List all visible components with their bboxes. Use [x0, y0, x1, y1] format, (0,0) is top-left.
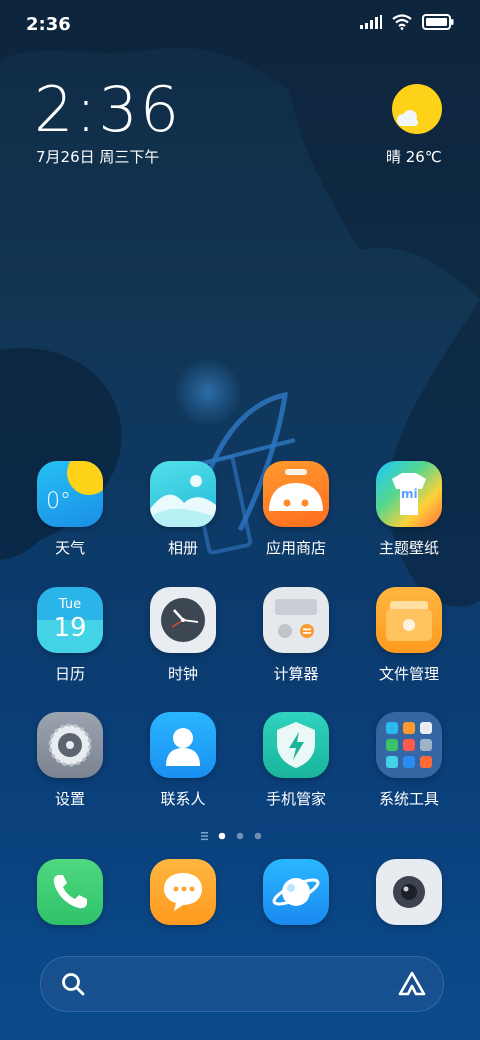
messages-icon: [150, 859, 216, 925]
clock-widget-date: 7月26日 周三下午: [36, 148, 160, 166]
security-icon: [263, 712, 329, 778]
app-store-icon: [263, 461, 329, 527]
app-label: 文件管理: [378, 665, 439, 683]
search-icon[interactable]: [60, 971, 86, 997]
app-security[interactable]: 手机管家: [251, 712, 341, 809]
calendar-icon-day: Tue: [58, 597, 82, 612]
app-label: 联系人: [160, 790, 206, 808]
themes-icon-glyph: mi: [401, 487, 418, 501]
browser-icon: [263, 859, 329, 925]
sun-icon[interactable]: [390, 82, 444, 136]
app-contacts[interactable]: 联系人: [138, 712, 228, 809]
clock-widget-time[interactable]: 2:36: [34, 78, 181, 142]
weather-text: 晴 26℃: [386, 148, 442, 166]
app-label: 计算器: [273, 665, 319, 683]
app-store[interactable]: 应用商店: [251, 461, 341, 558]
page-indicator[interactable]: [201, 829, 281, 843]
app-clock[interactable]: 时钟: [138, 587, 228, 684]
weather-icon-glyph: 0°: [46, 489, 71, 514]
app-calculator[interactable]: 计算器: [251, 587, 341, 684]
camera-icon: [376, 859, 442, 925]
system-tools-folder-icon: [376, 712, 442, 778]
wifi-icon: [392, 14, 412, 30]
app-weather[interactable]: 0° 天气: [25, 461, 115, 558]
assistant-icon[interactable]: [397, 970, 427, 998]
app-label: 手机管家: [265, 790, 326, 808]
app-themes[interactable]: mi 主题壁纸: [364, 461, 454, 558]
themes-icon: mi: [376, 461, 442, 527]
status-bar: 2:36: [0, 0, 480, 50]
clock-icon: [150, 587, 216, 653]
app-settings[interactable]: 设置: [25, 712, 115, 809]
gallery-icon: [150, 461, 216, 527]
app-label: 系统工具: [378, 790, 439, 808]
status-time: 2:36: [26, 14, 71, 35]
app-gallery[interactable]: 相册: [138, 461, 228, 558]
app-file-manager[interactable]: 文件管理: [364, 587, 454, 684]
dock-camera[interactable]: [364, 859, 454, 925]
signal-icon: [360, 15, 382, 29]
app-label: 设置: [54, 790, 85, 808]
app-calendar[interactable]: Tue 19 日历: [25, 587, 115, 684]
app-label: 主题壁纸: [378, 539, 439, 557]
dock-browser[interactable]: [251, 859, 341, 925]
folder-system-tools[interactable]: 系统工具: [364, 712, 454, 809]
battery-icon: [422, 14, 454, 30]
weather-icon: 0°: [37, 461, 103, 527]
calculator-icon: [263, 587, 329, 653]
contacts-icon: [150, 712, 216, 778]
file-manager-icon: [376, 587, 442, 653]
search-bar[interactable]: [40, 956, 444, 1012]
calendar-icon: Tue 19: [37, 587, 103, 653]
settings-icon: [37, 712, 103, 778]
calendar-icon-date: 19: [53, 613, 87, 643]
phone-icon: [37, 859, 103, 925]
app-label: 时钟: [167, 665, 198, 683]
app-label: 天气: [54, 539, 85, 557]
app-label: 相册: [167, 539, 198, 557]
dock-phone[interactable]: [25, 859, 115, 925]
app-label: 日历: [54, 665, 85, 683]
app-label: 应用商店: [265, 539, 326, 557]
dock-messages[interactable]: [138, 859, 228, 925]
home-screen: 2:36 2:36 7月26日 周三下午 晴 26℃ 0° 天气 相册 应用商店…: [0, 0, 480, 1040]
